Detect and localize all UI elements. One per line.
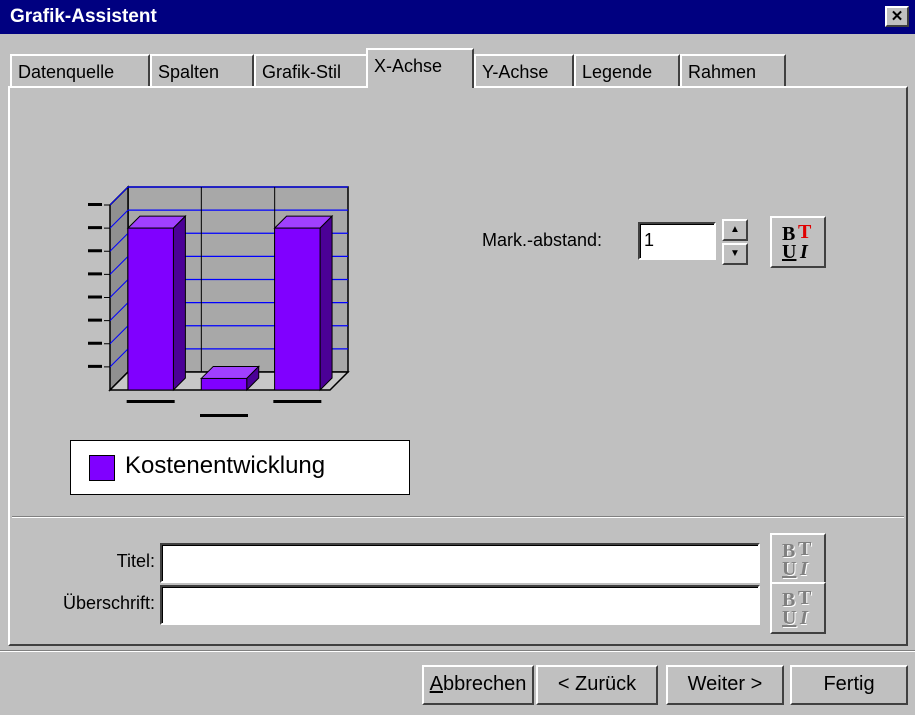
heading-input[interactable] <box>160 585 760 625</box>
legend-label: Kostenentwicklung <box>125 452 326 479</box>
next-label: Weiter > <box>687 673 763 695</box>
legend-swatch <box>89 455 115 481</box>
back-button[interactable]: < Zurück <box>536 665 658 705</box>
heading-label: Überschrift: <box>62 593 155 613</box>
tab-datenquelle[interactable]: Datenquelle <box>10 54 150 87</box>
tab-label: Grafik-Stil <box>262 62 342 82</box>
chart-y-tick-label <box>88 249 102 253</box>
chart-bar-side <box>172 214 186 392</box>
mark-spacing-label: Mark.-abstand: <box>482 230 603 250</box>
cancel-accel: A <box>429 673 443 695</box>
window-title: Grafik-Assistent <box>10 6 157 27</box>
close-icon: ✕ <box>890 8 904 25</box>
mark-spacing-value: 1 <box>644 230 655 250</box>
bold-underline-italic-icon: B T U I <box>782 221 812 263</box>
chart-x-tick-label <box>200 414 248 417</box>
arrow-down-icon: ▼ <box>730 248 740 259</box>
axis-font-format-button[interactable]: B T U I <box>770 216 826 268</box>
chart-bar-side <box>319 214 333 392</box>
tab-legende[interactable]: Legende <box>574 54 680 87</box>
chart-bar-front <box>200 377 248 391</box>
chart-y-tick-label <box>88 295 102 299</box>
title-font-format-button[interactable]: B T U I <box>770 533 826 585</box>
chart-x-tick-label <box>126 400 175 403</box>
chart-bar-front <box>127 227 174 391</box>
heading-font-format-button[interactable]: B T U I <box>770 582 826 634</box>
tab-label: Rahmen <box>688 62 757 82</box>
tab-label: X-Achse <box>374 56 443 76</box>
tab-label: Y-Achse <box>482 62 549 82</box>
next-button[interactable]: Weiter > <box>666 665 784 705</box>
chart-bar <box>273 214 334 392</box>
bold-underline-italic-icon: B T U I <box>782 587 812 629</box>
chart-y-tick-label <box>88 272 102 276</box>
spin-down-button[interactable]: ▼ <box>722 243 748 265</box>
mark-spacing-input[interactable]: 1 <box>638 222 716 260</box>
chart-y-tick-label <box>88 226 102 230</box>
tab-y-achse[interactable]: Y-Achse <box>474 54 574 87</box>
cancel-button[interactable]: Abbrechen <box>422 665 534 705</box>
chart-y-tick-label <box>88 364 102 368</box>
spin-up-button[interactable]: ▲ <box>722 219 748 241</box>
bold-underline-italic-icon: B T U I <box>782 538 812 580</box>
finish-label: Fertig <box>823 673 875 695</box>
chart-bar <box>126 214 187 392</box>
footer-divider <box>0 650 915 652</box>
chart-bar <box>200 365 260 392</box>
tab-rahmen[interactable]: Rahmen <box>680 54 786 87</box>
chart-legend: Kostenentwicklung <box>70 440 410 495</box>
chart-x-tick-label <box>273 400 322 403</box>
chart-y-tick-label <box>88 318 102 322</box>
tab-label: Datenquelle <box>18 62 115 82</box>
title-bar: Grafik-Assistent ✕ <box>0 0 915 34</box>
back-label: < Zurück <box>557 673 637 695</box>
chart-y-tick-label <box>88 203 102 206</box>
tab-label: Spalten <box>158 62 220 82</box>
chart-preview <box>88 185 350 417</box>
cancel-label: bbrechen <box>442 673 527 695</box>
chart-bar-front <box>274 227 321 391</box>
title-label: Titel: <box>116 551 155 571</box>
arrow-up-icon: ▲ <box>730 224 740 235</box>
section-divider <box>12 516 904 518</box>
chart-y-tick-label <box>88 341 102 345</box>
close-button[interactable]: ✕ <box>885 6 909 27</box>
tab-label: Legende <box>582 62 653 82</box>
tab-x-achse[interactable]: X-Achse <box>366 48 474 88</box>
tab-spalten[interactable]: Spalten <box>150 54 254 87</box>
tab-grafik-stil[interactable]: Grafik-Stil <box>254 54 368 87</box>
finish-button[interactable]: Fertig <box>790 665 908 705</box>
title-input[interactable] <box>160 543 760 583</box>
